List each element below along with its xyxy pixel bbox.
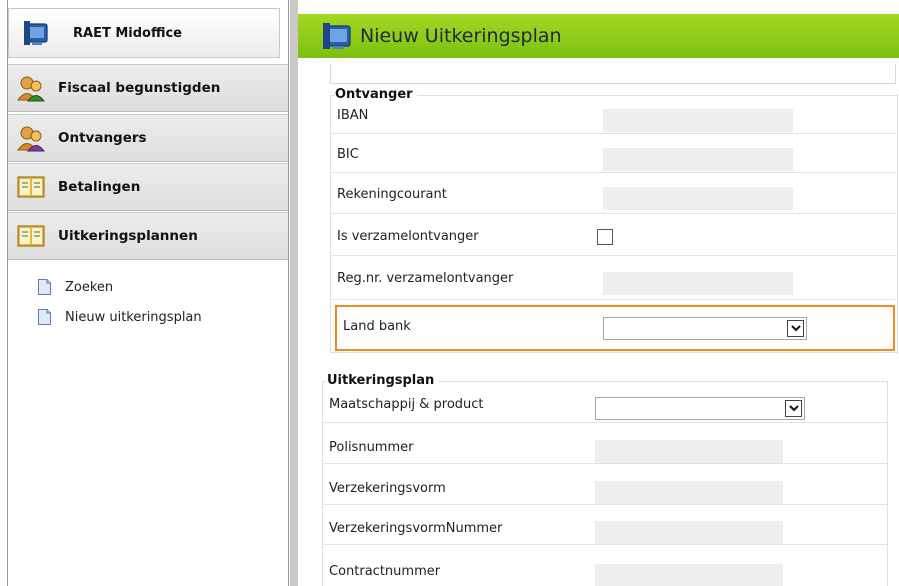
rekeningcourant-label: Rekeningcourant [337,187,447,202]
nav-label: Ontvangers [58,130,147,146]
chevron-down-icon[interactable] [787,320,804,337]
page-header: Nieuw Uitkeringsplan [298,14,899,58]
land-bank-label: Land bank [343,319,411,334]
sub-item-zoeken[interactable]: Zoeken [38,279,113,295]
nav-item-uitkeringsplannen[interactable]: Uitkeringsplannen [8,212,288,260]
iban-label: IBAN [337,108,369,123]
bic-input[interactable] [603,148,793,171]
nav-label: Fiscaal begunstigden [58,80,221,96]
reg-nr-row: Reg.nr. verzamelontvanger [331,256,897,300]
sub-item-label: Zoeken [65,279,114,295]
reg-nr-label: Reg.nr. verzamelontvanger [337,271,514,286]
sidebar: RAET Midoffice Fiscaal begunstigden Ontv… [0,0,289,586]
uitkeringsplan-section: Uitkeringsplan Maatschappij & product Po… [322,373,888,586]
verzekeringsvormnummer-input[interactable] [595,521,783,544]
sub-item-label: Nieuw uitkeringsplan [65,309,202,325]
iban-row: IBAN [331,96,897,134]
nav-item-ontvangers[interactable]: Ontvangers [8,114,288,162]
verzekeringsvorm-label: Verzekeringsvorm [329,481,446,496]
bic-row: BIC [331,134,897,173]
nav-label: Uitkeringsplannen [58,228,198,244]
sub-item-nieuw-uitkeringsplan[interactable]: Nieuw uitkeringsplan [38,309,202,325]
monitor-icon [323,23,351,49]
verzekeringsvormnummer-row: VerzekeringsvormNummer [323,505,887,545]
monitor-icon [24,21,48,45]
contractnummer-row: Contractnummer [323,545,887,586]
verzekeringsvormnummer-label: VerzekeringsvormNummer [329,521,503,536]
maatschappij-select[interactable] [595,397,805,420]
rekeningcourant-row: Rekeningcourant [331,173,897,214]
users-icon [17,76,45,102]
nav-item-betalingen[interactable]: Betalingen [8,163,288,211]
maatschappij-row: Maatschappij & product [323,382,887,423]
document-icon [38,309,51,325]
iban-input[interactable] [603,109,793,132]
is-verzamelontvanger-label: Is verzamelontvanger [337,229,479,244]
reg-nr-input[interactable] [603,272,793,295]
panel-divider [290,0,298,586]
nav-item-fiscaal-begunstigden[interactable]: Fiscaal begunstigden [8,64,288,112]
form-top-box [330,64,896,84]
book-icon [17,225,45,247]
verzekeringsvorm-row: Verzekeringsvorm [323,464,887,505]
land-bank-row: Land bank [335,305,895,351]
contractnummer-input[interactable] [595,564,783,586]
chevron-down-icon[interactable] [785,400,802,417]
form-area: Ontvanger IBAN BIC Rekeningcourant Is ve… [298,58,899,586]
polisnummer-input[interactable] [595,440,783,463]
is-verzamelontvanger-row: Is verzamelontvanger [331,214,897,256]
is-verzamelontvanger-checkbox[interactable] [597,229,613,245]
brand-label: RAET Midoffice [73,25,182,41]
document-icon [38,279,51,295]
page-title: Nieuw Uitkeringsplan [360,25,562,47]
verzekeringsvorm-input[interactable] [595,481,783,504]
nav-label: Betalingen [58,179,141,195]
users-icon [17,126,45,152]
brand-header[interactable]: RAET Midoffice [8,8,280,58]
polisnummer-label: Polisnummer [329,440,414,455]
contractnummer-label: Contractnummer [329,564,441,579]
book-icon [17,176,45,198]
bic-label: BIC [337,147,359,162]
rekeningcourant-input[interactable] [603,187,793,210]
polisnummer-row: Polisnummer [323,423,887,464]
ontvanger-section: Ontvanger IBAN BIC Rekeningcourant Is ve… [330,87,898,353]
maatschappij-label: Maatschappij & product [329,397,484,412]
land-bank-select[interactable] [603,317,807,340]
